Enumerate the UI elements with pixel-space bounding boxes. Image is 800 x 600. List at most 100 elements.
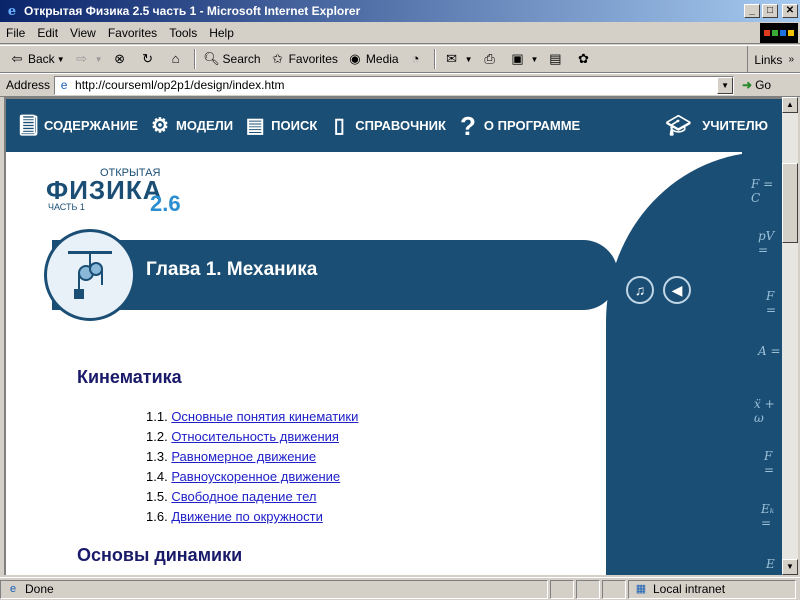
address-url[interactable]: http://courseml/op2p1/design/index.htm bbox=[75, 78, 284, 92]
go-button[interactable]: ➜ Go bbox=[742, 78, 771, 92]
graduation-cap-icon: 🎓︎ bbox=[665, 114, 691, 137]
list-item: 1.2. Относительность движения bbox=[146, 429, 358, 449]
favorites-button[interactable]: ✩ Favorites bbox=[265, 47, 342, 71]
toc-list: 1.1. Основные понятия кинематики 1.2. От… bbox=[146, 409, 358, 529]
address-bar: Address e http://courseml/op2p1/design/i… bbox=[0, 73, 800, 97]
links-label: Links bbox=[754, 52, 783, 67]
page-icon: e bbox=[60, 78, 68, 92]
printer-icon: ⎙ bbox=[484, 51, 495, 66]
formula-text: A = bbox=[758, 344, 781, 358]
windows-logo-icon bbox=[760, 23, 798, 43]
intranet-icon: ▦ bbox=[635, 583, 647, 595]
home-icon: ⌂ bbox=[171, 51, 180, 66]
mail-button[interactable]: ✉ ▼ bbox=[439, 47, 477, 71]
nav-contents[interactable]: 📘︎ СОДЕРЖАНИЕ bbox=[16, 113, 138, 139]
links-toolbar[interactable]: Links » bbox=[747, 46, 800, 73]
vertical-scrollbar[interactable]: ▲ ▼ bbox=[782, 97, 798, 575]
toc-link[interactable]: Относительность движения bbox=[171, 429, 339, 444]
menu-favorites[interactable]: Favorites bbox=[102, 26, 163, 40]
stop-button[interactable]: ⊗ bbox=[107, 47, 135, 71]
pulley-icon bbox=[44, 229, 136, 321]
item-number: 1.1. bbox=[146, 409, 168, 424]
history-button[interactable]: ◔ bbox=[403, 47, 431, 71]
open-book-icon: ▯ bbox=[333, 114, 345, 137]
print-button[interactable]: ⎙ bbox=[477, 47, 505, 71]
menu-help[interactable]: Help bbox=[203, 26, 240, 40]
item-number: 1.2. bbox=[146, 429, 168, 444]
chevron-down-icon[interactable]: ▼ bbox=[717, 76, 734, 94]
toolbar-separator bbox=[433, 49, 436, 69]
music-button[interactable]: ♫ bbox=[626, 276, 654, 304]
discuss-button[interactable]: ▤ bbox=[542, 47, 570, 71]
item-number: 1.5. bbox=[146, 489, 168, 504]
menu-view[interactable]: View bbox=[64, 26, 102, 40]
toc-link[interactable]: Равноускоренное движение bbox=[171, 469, 340, 484]
menu-file[interactable]: File bbox=[0, 26, 31, 40]
formula-text: F = bbox=[766, 289, 777, 317]
refresh-button[interactable]: ↻ bbox=[135, 47, 163, 71]
sound-toggle-button[interactable]: ◀ bbox=[663, 276, 691, 304]
question-mark-icon: ? bbox=[459, 110, 476, 141]
messenger-button[interactable]: ✿ bbox=[570, 47, 598, 71]
discuss-icon: ▤ bbox=[549, 51, 562, 66]
nav-about[interactable]: ? О ПРОГРАММЕ bbox=[456, 113, 580, 139]
scroll-thumb[interactable] bbox=[782, 163, 798, 243]
nav-search-label: ПОИСК bbox=[271, 118, 318, 133]
maximize-button[interactable]: □ bbox=[762, 4, 778, 18]
formula-text: ẍ + ω bbox=[754, 397, 775, 425]
stop-icon: ⊗ bbox=[114, 51, 125, 66]
section-heading: Основы динамики bbox=[77, 545, 243, 565]
nav-search[interactable]: ▤ ПОИСК bbox=[243, 113, 318, 139]
chevron-down-icon[interactable]: ▼ bbox=[57, 55, 65, 64]
forward-button[interactable]: ⇨ ▼ bbox=[69, 47, 107, 71]
nav-models[interactable]: ⚙ МОДЕЛИ bbox=[148, 113, 233, 139]
edit-button[interactable]: ▣ ▼ bbox=[505, 47, 543, 71]
address-input[interactable]: e http://courseml/op2p1/design/index.htm… bbox=[54, 75, 735, 95]
go-label: Go bbox=[755, 78, 772, 92]
list-item: 1.4. Равноускоренное движение bbox=[146, 469, 358, 489]
nav-models-label: МОДЕЛИ bbox=[175, 118, 234, 133]
nav-reference-label: СПРАВОЧНИК bbox=[355, 118, 446, 133]
go-arrow-icon: ➜ bbox=[742, 78, 753, 92]
status-bar: e Done ▦ Local intranet bbox=[0, 577, 800, 600]
menu-edit[interactable]: Edit bbox=[31, 26, 64, 40]
status-pane bbox=[602, 579, 626, 599]
media-button[interactable]: ◉ Media bbox=[342, 47, 403, 71]
nav-teacher-label: УЧИТЕЛЮ bbox=[702, 118, 768, 133]
music-note-icon: ♫ bbox=[634, 282, 646, 298]
menu-tools[interactable]: Tools bbox=[163, 26, 203, 40]
chevron-down-icon[interactable]: ▼ bbox=[531, 55, 539, 64]
menu-bar: File Edit View Favorites Tools Help bbox=[0, 22, 800, 44]
close-button[interactable]: ✕ bbox=[782, 4, 798, 18]
toc-link[interactable]: Свободное падение тел bbox=[171, 489, 316, 504]
chevron-right-icon: » bbox=[788, 54, 794, 65]
toc-link[interactable]: Основные понятия кинематики bbox=[171, 409, 358, 424]
nav-teacher[interactable]: 🎓︎ УЧИТЕЛЮ bbox=[658, 113, 768, 139]
formula-text: F = bbox=[764, 449, 775, 477]
forward-arrow-icon: ⇨ bbox=[76, 51, 88, 66]
zone-text: Local intranet bbox=[653, 582, 726, 596]
list-item: 1.6. Движение по окружности bbox=[146, 509, 358, 529]
internet-explorer-icon: e bbox=[7, 3, 17, 19]
scroll-down-button[interactable]: ▼ bbox=[782, 559, 798, 575]
edit-icon: ▣ bbox=[511, 51, 524, 66]
minimize-button[interactable]: _ bbox=[744, 4, 760, 18]
home-button[interactable]: ⌂ bbox=[163, 47, 191, 71]
nav-reference[interactable]: ▯ СПРАВОЧНИК bbox=[327, 113, 446, 139]
speaker-icon: ◀ bbox=[671, 282, 683, 298]
back-label: Back bbox=[28, 52, 55, 66]
toc-link[interactable]: Движение по окружности bbox=[171, 509, 323, 524]
chevron-down-icon[interactable]: ▼ bbox=[465, 55, 473, 64]
toc-link[interactable]: Равномерное движение bbox=[171, 449, 316, 464]
list-item: 1.3. Равномерное движение bbox=[146, 449, 358, 469]
list-item: 1.1. Основные понятия кинематики bbox=[146, 409, 358, 429]
status-pane bbox=[576, 579, 600, 599]
star-icon: ✩ bbox=[272, 51, 284, 66]
document-search-icon: ▤ bbox=[245, 114, 265, 137]
back-arrow-icon: ⇦ bbox=[11, 51, 23, 66]
back-button[interactable]: ⇦ Back ▼ bbox=[4, 47, 69, 71]
scroll-up-button[interactable]: ▲ bbox=[782, 97, 798, 113]
nav-contents-label: СОДЕРЖАНИЕ bbox=[44, 118, 138, 133]
search-button[interactable]: 🔍︎ Search bbox=[199, 47, 265, 71]
chevron-down-icon[interactable]: ▼ bbox=[95, 55, 103, 64]
